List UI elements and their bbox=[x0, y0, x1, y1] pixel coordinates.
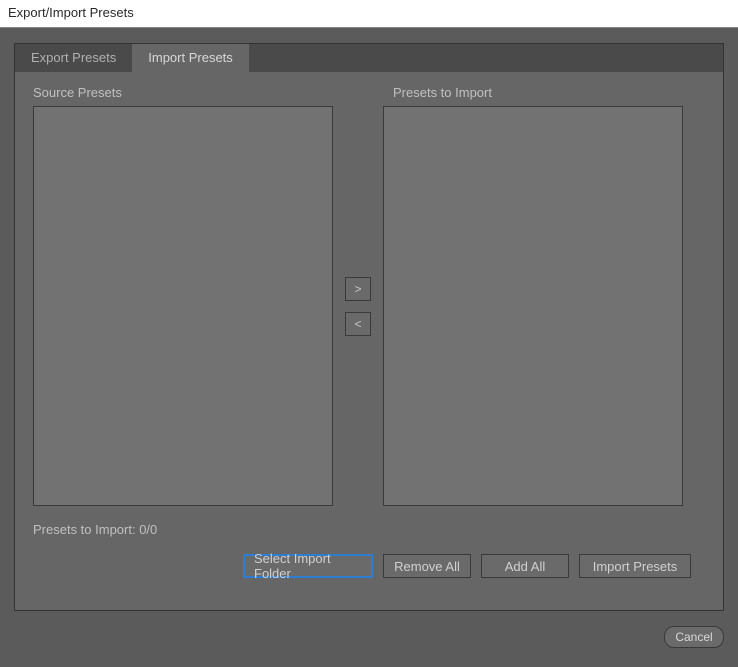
presets-count-status: Presets to Import: 0/0 bbox=[33, 522, 157, 537]
window-title: Export/Import Presets bbox=[8, 5, 134, 20]
chevron-left-icon: < bbox=[354, 317, 361, 331]
import-presets-button[interactable]: Import Presets bbox=[579, 554, 691, 578]
chevron-right-icon: > bbox=[354, 282, 361, 296]
source-presets-label: Source Presets bbox=[33, 85, 122, 100]
panel-content: Source Presets Presets to Import > < Pre… bbox=[15, 72, 723, 610]
select-import-folder-button[interactable]: Select Import Folder bbox=[243, 554, 373, 578]
presets-to-import-label: Presets to Import bbox=[393, 85, 492, 100]
title-bar: Export/Import Presets bbox=[0, 0, 738, 28]
tab-import-presets[interactable]: Import Presets bbox=[132, 44, 249, 72]
move-left-button[interactable]: < bbox=[345, 312, 371, 336]
window-body: Export Presets Import Presets Source Pre… bbox=[0, 28, 738, 625]
add-all-button[interactable]: Add All bbox=[481, 554, 569, 578]
remove-all-button[interactable]: Remove All bbox=[383, 554, 471, 578]
presets-to-import-list[interactable] bbox=[383, 106, 683, 506]
source-presets-list[interactable] bbox=[33, 106, 333, 506]
panel-frame: Export Presets Import Presets Source Pre… bbox=[14, 43, 724, 611]
action-button-row: Select Import Folder Remove All Add All … bbox=[15, 554, 723, 578]
cancel-button[interactable]: Cancel bbox=[664, 626, 724, 648]
tab-export-presets[interactable]: Export Presets bbox=[15, 44, 132, 72]
move-right-button[interactable]: > bbox=[345, 277, 371, 301]
tab-bar: Export Presets Import Presets bbox=[15, 44, 723, 72]
